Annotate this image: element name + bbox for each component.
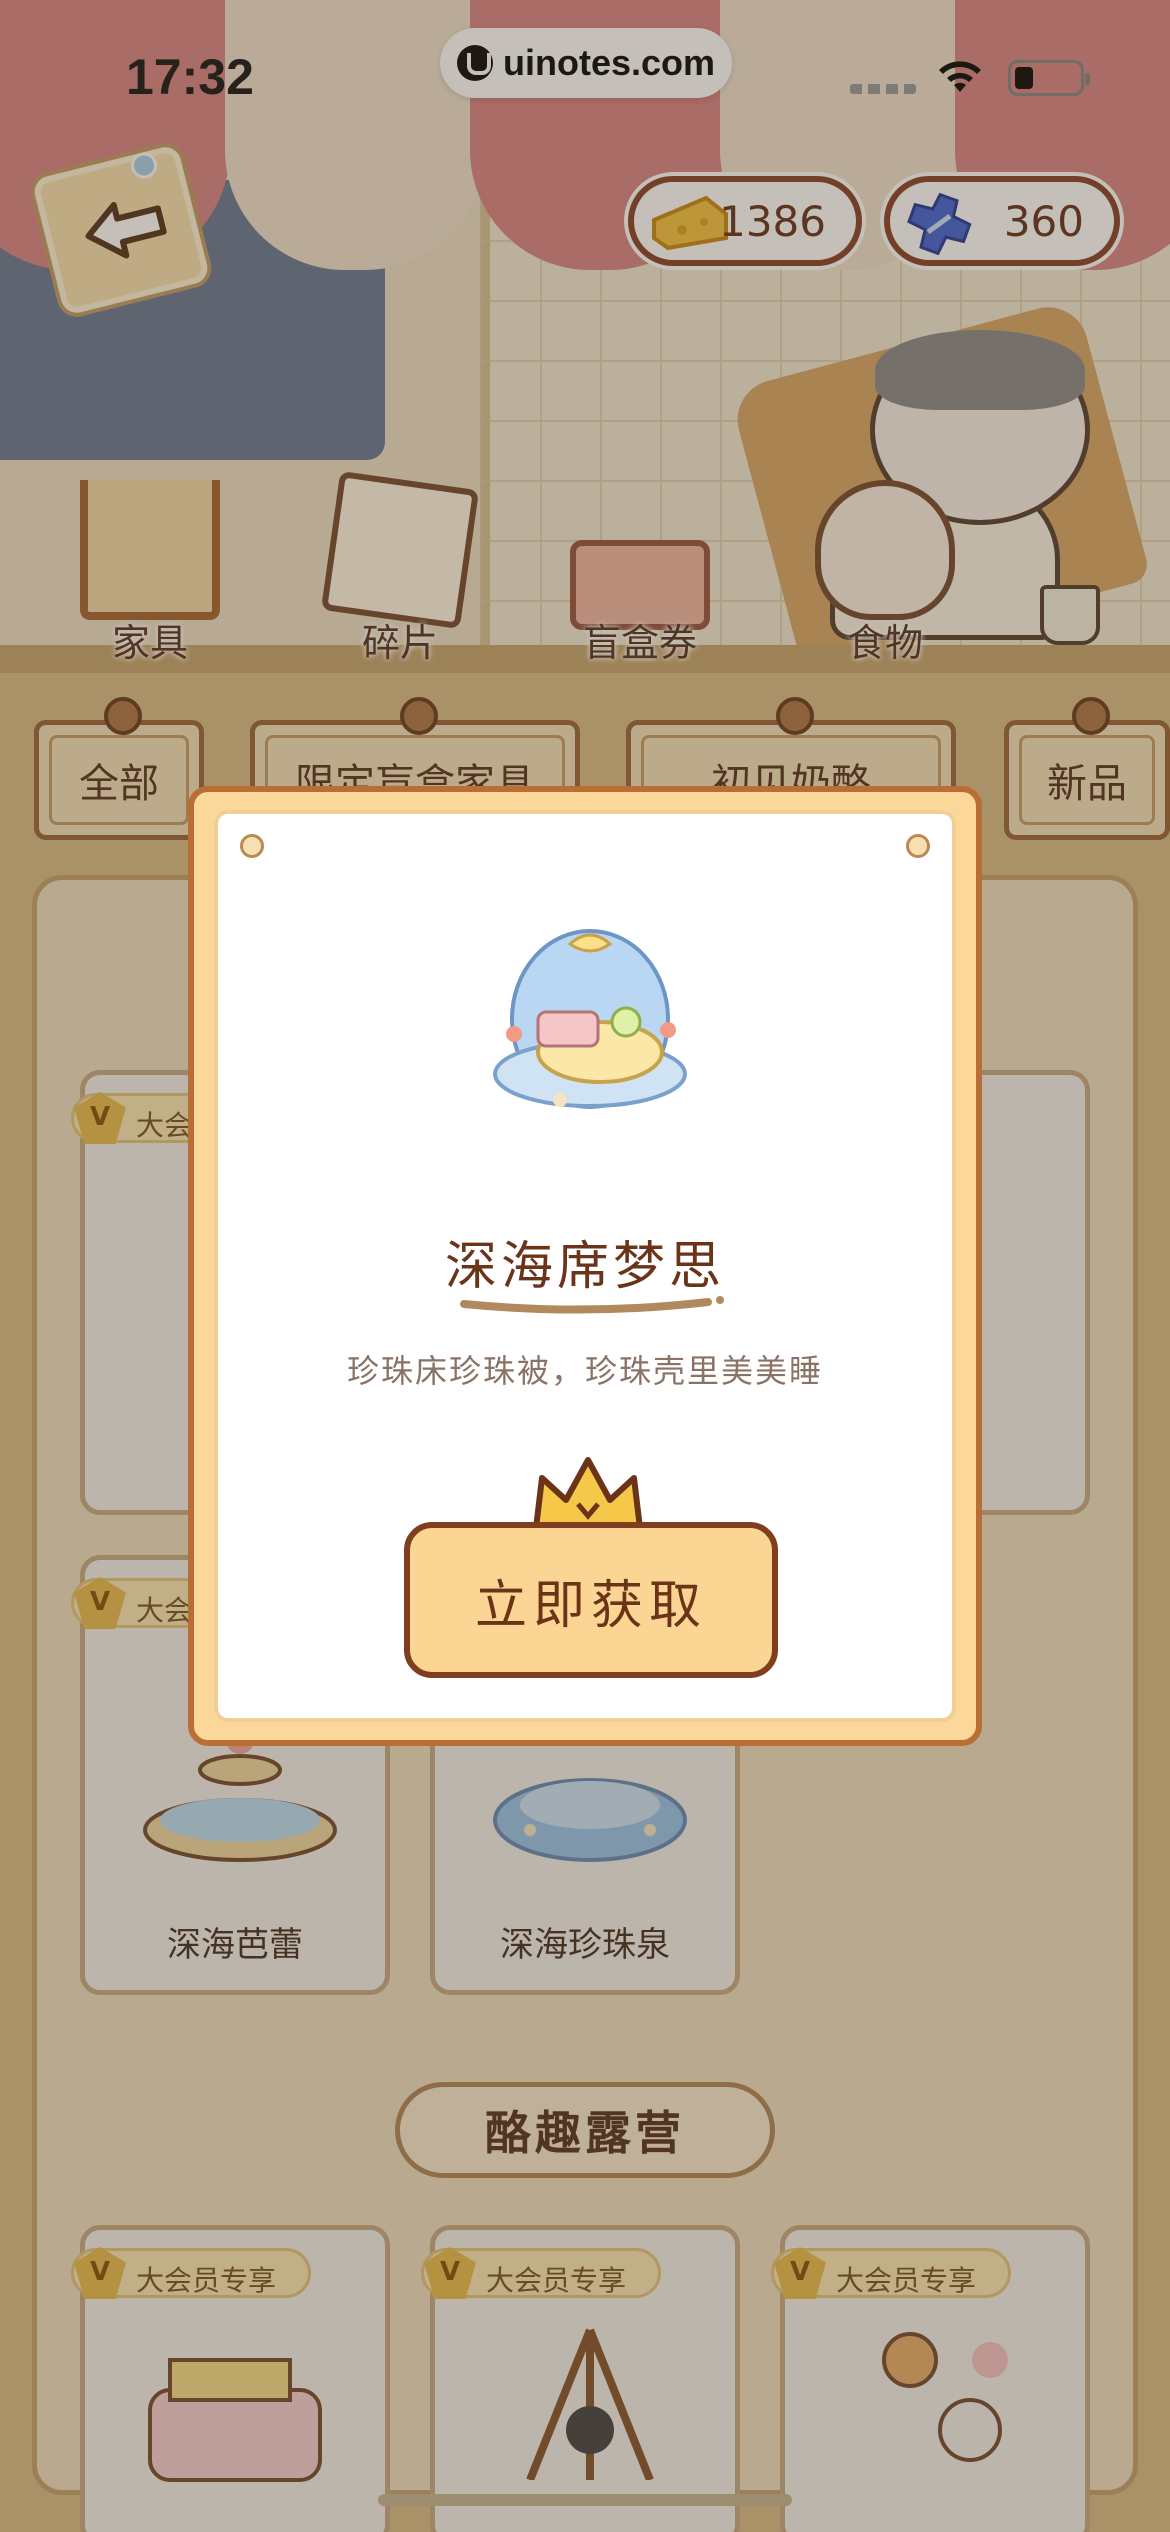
title-underline <box>460 1296 724 1314</box>
corner-rivet-icon <box>240 834 264 858</box>
modal-card: 深海席梦思 珍珠床珍珠被，珍珠壳里美美睡 立即获取 <box>214 810 956 1722</box>
get-now-button[interactable]: 立即获取 <box>404 1522 778 1678</box>
item-detail-modal: 深海席梦思 珍珠床珍珠被，珍珠壳里美美睡 立即获取 <box>188 786 982 1746</box>
deep-sea-bed-image <box>493 929 687 1109</box>
modal-item-name: 深海席梦思 <box>444 1237 725 1297</box>
corner-rivet-icon <box>906 834 930 858</box>
modal-item-description: 珍珠床珍珠被，珍珠壳里美美睡 <box>346 1352 823 1390</box>
